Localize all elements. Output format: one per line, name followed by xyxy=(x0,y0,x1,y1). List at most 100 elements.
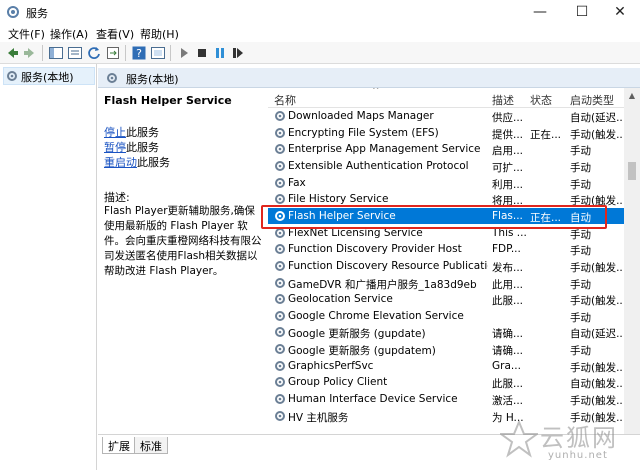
service-gear-icon xyxy=(275,327,285,338)
service-name: Enterprise App Management Service xyxy=(288,143,481,156)
action-suffix: 此服务 xyxy=(137,156,170,169)
action-suffix: 此服务 xyxy=(126,141,159,154)
service-name: GraphicsPerfSvc xyxy=(288,359,374,372)
refresh-icon[interactable] xyxy=(86,45,102,61)
service-name: File History Service xyxy=(288,193,389,206)
maximize-button[interactable]: ☐ xyxy=(562,0,602,24)
menu-file[interactable]: 文件(F) xyxy=(8,26,45,42)
forward-icon[interactable] xyxy=(22,45,38,61)
table-row[interactable]: Fax 利用... 手动 xyxy=(268,175,624,192)
table-row[interactable]: Google 更新服务 (gupdate) 请确... 自动(延迟... xyxy=(268,324,624,341)
service-gear-icon xyxy=(275,344,285,355)
toolbar-separator xyxy=(125,45,126,61)
table-row[interactable]: Group Policy Client 此服... 自动(触发... xyxy=(268,374,624,391)
column-name[interactable]: 名称 xyxy=(274,92,296,108)
service-name: Google 更新服务 (gupdate) xyxy=(288,328,426,341)
restart-service-icon[interactable] xyxy=(230,45,246,61)
service-name: Geolocation Service xyxy=(288,293,393,306)
service-name: Extensible Authentication Protocol xyxy=(288,159,469,172)
table-row[interactable]: Enterprise App Management Service 启用... 手动 xyxy=(268,141,624,158)
menu-view[interactable]: 查看(V) xyxy=(96,26,134,42)
menu-help[interactable]: 帮助(H) xyxy=(140,26,179,42)
service-description: 启用... xyxy=(492,145,524,158)
service-gear-icon xyxy=(275,310,285,321)
window-title: 服务 xyxy=(26,7,48,20)
service-startup-type: 手动 xyxy=(570,178,591,191)
service-startup-type: 手动 xyxy=(570,311,591,324)
column-description[interactable]: 描述 xyxy=(492,92,514,108)
pane-header: 服务(本地) xyxy=(98,68,640,88)
stop-service-link[interactable]: 停止 xyxy=(104,126,126,139)
table-row[interactable]: Function Discovery Resource Publication 发… xyxy=(268,258,624,275)
service-gear-icon xyxy=(275,111,285,121)
minimize-button[interactable]: — xyxy=(520,0,560,24)
table-row[interactable]: Google Chrome Elevation Service 手动 xyxy=(268,308,624,325)
tree-item-services-local[interactable]: 服务(本地) xyxy=(3,67,95,85)
service-startup-type: 手动(触发... xyxy=(570,361,622,374)
service-name: Downloaded Maps Manager xyxy=(288,110,434,122)
table-row[interactable]: Extensible Authentication Protocol 可扩... 手… xyxy=(268,158,624,175)
service-title: Flash Helper Service xyxy=(104,94,232,107)
menu-action[interactable]: 操作(A) xyxy=(50,26,88,42)
view-icon[interactable] xyxy=(150,45,166,61)
description-label: 描述: xyxy=(104,191,130,204)
table-row[interactable]: Encrypting File System (EFS) 提供... 正在... 手动… xyxy=(268,125,624,142)
service-description: 提供... xyxy=(492,128,524,141)
service-description: 可扩... xyxy=(492,161,524,174)
column-startup-type[interactable]: 启动类型 xyxy=(570,92,614,108)
tab-standard[interactable]: 标准 xyxy=(134,437,168,454)
column-status[interactable]: 状态 xyxy=(530,92,552,108)
vertical-scrollbar[interactable]: ▲ xyxy=(624,88,640,434)
gear-icon xyxy=(7,71,17,81)
restart-service-link[interactable]: 重启动 xyxy=(104,156,137,169)
service-status: 正在... xyxy=(530,128,562,141)
export-list-icon[interactable] xyxy=(105,45,121,61)
scroll-thumb[interactable] xyxy=(628,162,636,180)
scroll-up-icon[interactable]: ▲ xyxy=(624,88,640,104)
console-tree-icon[interactable] xyxy=(48,45,64,61)
table-row[interactable]: Google 更新服务 (gupdatem) 请确... 手动 xyxy=(268,341,624,358)
table-row[interactable]: Downloaded Maps Manager 供应... 自动(延迟... xyxy=(268,108,624,125)
table-row[interactable]: Human Interface Device Service 激活... 手动(触发… xyxy=(268,391,624,408)
stop-service-icon[interactable] xyxy=(194,45,210,61)
toolbar-separator xyxy=(42,45,43,61)
services-app-icon xyxy=(7,6,19,18)
service-details-panel: Flash Helper Service 停止此服务 暂停此服务 重启动此服务 … xyxy=(98,88,268,434)
service-description: 此服... xyxy=(492,378,524,391)
service-startup-type: 手动(触发... xyxy=(570,395,622,408)
service-description: 利用... xyxy=(492,178,524,191)
help-icon[interactable]: ? xyxy=(131,45,147,61)
table-row[interactable]: GameDVR 和广播用户服务_1a83d9eb 此用... 手动 xyxy=(268,275,624,292)
table-row[interactable]: GraphicsPerfSvc Gra... 手动(触发... xyxy=(268,358,624,375)
service-name: Google 更新服务 (gupdatem) xyxy=(288,345,436,358)
service-name: Group Policy Client xyxy=(288,376,388,389)
close-button[interactable]: ✕ xyxy=(600,0,640,24)
service-startup-type: 手动(触发... xyxy=(570,295,622,308)
pause-service-icon[interactable] xyxy=(212,45,228,61)
service-name: Human Interface Device Service xyxy=(288,393,458,406)
service-startup-type: 手动 xyxy=(570,145,591,158)
properties-pane-icon[interactable] xyxy=(67,45,83,61)
toolbar-separator xyxy=(170,45,171,61)
service-startup-type: 手动 xyxy=(570,245,591,258)
table-row[interactable]: Geolocation Service 此服... 手动(触发... xyxy=(268,291,624,308)
table-row[interactable]: Function Discovery Provider Host FDP... 手动 xyxy=(268,241,624,258)
service-description: 供应... xyxy=(492,112,524,124)
start-service-icon[interactable] xyxy=(176,45,192,61)
service-gear-icon xyxy=(275,394,285,405)
service-name: Google Chrome Elevation Service xyxy=(288,309,464,322)
service-name: Encrypting File System (EFS) xyxy=(288,126,439,139)
description-text: Flash Player更新辅助服务,确保使用最新版的 Flash Player… xyxy=(104,205,262,277)
title-bar: 服务 — ☐ ✕ xyxy=(0,0,640,24)
service-name: GameDVR 和广播用户服务_1a83d9eb xyxy=(288,278,477,291)
pause-service-link[interactable]: 暂停 xyxy=(104,141,126,154)
tab-extended[interactable]: 扩展 xyxy=(102,437,136,454)
service-startup-type: 自动(触发... xyxy=(570,378,622,391)
service-gear-icon xyxy=(275,127,285,138)
service-gear-icon xyxy=(275,177,285,188)
service-name: HV 主机服务 xyxy=(288,411,349,424)
service-gear-icon xyxy=(275,260,285,271)
service-gear-icon xyxy=(275,277,285,288)
back-icon[interactable] xyxy=(4,45,20,61)
service-description: 此服... xyxy=(492,295,524,308)
